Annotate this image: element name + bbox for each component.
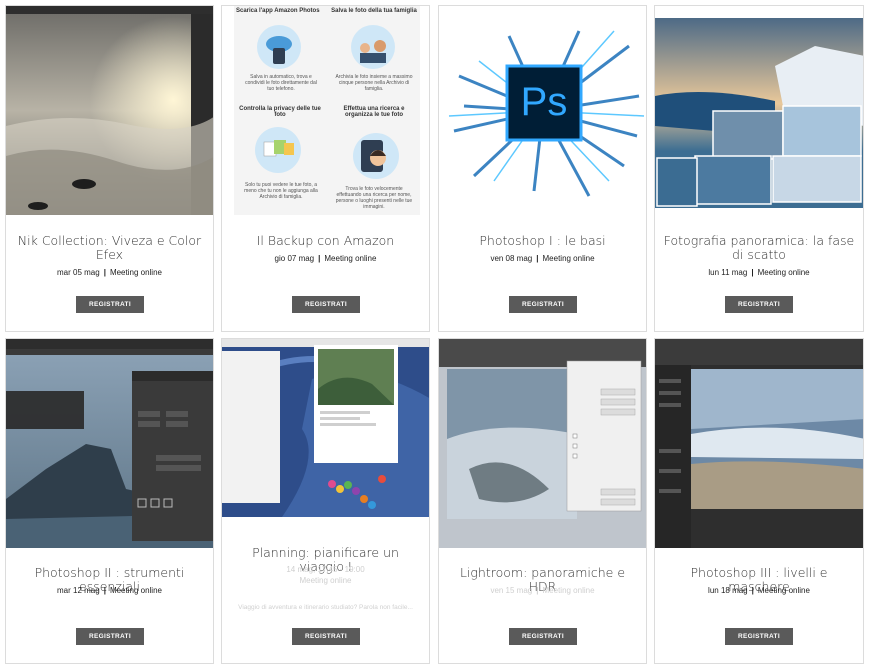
image-heading: Scarica l'app Amazon Photos [236,8,320,14]
event-location: Meeting online [324,254,377,263]
event-date: ven 15 mag [490,586,533,595]
event-meta: gio 07 mag | Meeting online [226,254,425,263]
separator: | [318,254,321,263]
separator: | [751,586,754,595]
register-button[interactable]: REGISTRATI [76,628,144,645]
event-card-photoshop-1[interactable]: Ps Photoshop I : le basi ven 08 mag | Meet… [438,5,647,332]
image-caption: Salva in automatico, trova e condividi l… [245,74,317,92]
event-date: mar 12 mag [57,586,100,595]
event-location: Meeting online [109,586,162,595]
event-location: Meeting online [542,586,595,595]
event-meta: mar 05 mag | Meeting online [10,268,209,277]
event-meta: lun 18 mag | Meeting online [659,586,859,595]
event-thumbnail[interactable] [6,6,213,215]
event-card-panoramic[interactable]: Fotografia panoramica: la fase di scatto… [654,5,864,332]
image-heading: Controlla la privacy delle tue foto [239,106,321,118]
register-button[interactable]: REGISTRATI [509,628,577,645]
image-heading: Effettua una ricerca e organizza le tue … [343,106,405,118]
event-card-photoshop-2[interactable]: Photoshop II : strumenti essenziali mar … [5,338,214,664]
event-title[interactable]: Nik Collection: Viveza e Color Efex [14,234,205,262]
event-location: Meeting online [542,254,595,263]
event-thumbnail[interactable]: Scarica l'app Amazon Photos Salva le fot… [234,6,420,215]
event-description: Viaggio di avventura e itinerario studia… [238,604,413,611]
separator: | [103,586,106,595]
register-button[interactable]: REGISTRATI [725,628,793,645]
register-button[interactable]: REGISTRATI [292,628,360,645]
register-button[interactable]: REGISTRATI [292,296,360,313]
event-date: lun 18 mag [708,586,748,595]
image-caption: Solo tu puoi vedere le tue foto, a meno … [244,182,318,200]
event-title[interactable]: Photoshop I : le basi [447,234,638,248]
event-meta: ven 15 mag | Meeting online [443,586,642,595]
event-thumbnail[interactable]: Ps [439,6,646,215]
event-meta: mar 12 mag | Meeting online [10,586,209,595]
image-caption: Trova le foto velocemente effettuando un… [335,186,413,210]
event-location: Meeting online [757,268,810,277]
event-meta: lun 11 mag | Meeting online [659,268,859,277]
event-date: 14 mag, 17:45 - 19:00 [286,565,365,574]
event-location: Meeting online [109,268,162,277]
separator: | [751,268,754,277]
event-thumbnail[interactable] [439,339,646,548]
register-button[interactable]: REGISTRATI [725,296,793,313]
family-icon [351,25,395,69]
event-date: gio 07 mag [274,254,315,263]
event-meta: ven 08 mag | Meeting online [443,254,642,263]
privacy-photos-icon [255,127,301,173]
event-date: ven 08 mag [490,254,533,263]
event-thumbnail[interactable] [222,339,429,517]
separator: | [536,586,539,595]
cloud-phone-icon [257,25,301,69]
event-thumbnail[interactable] [655,339,863,548]
event-card-photoshop-3[interactable]: Photoshop III : livelli e maschere lun 1… [654,338,864,664]
event-date: lun 11 mag [708,268,748,277]
search-faces-icon [353,133,399,179]
photoshop-logo-text: Ps [520,80,568,124]
event-card-planning[interactable]: Planning: pianificare un viaggio I 14 ma… [221,338,430,664]
event-location: Meeting online [299,576,352,585]
separator: | [536,254,539,263]
register-button[interactable]: REGISTRATI [76,296,144,313]
register-button[interactable]: REGISTRATI [509,296,577,313]
image-heading: Salva le foto della tua famiglia [331,8,417,14]
event-title[interactable]: Fotografia panoramica: la fase di scatto [663,234,855,262]
event-location: Meeting online [757,586,810,595]
image-caption: Archivia le foto insieme a massimo cinqu… [335,74,413,92]
event-meta: 14 mag, 17:45 - 19:00 Meeting online [226,565,425,585]
event-card-nik-collection[interactable]: Nik Collection: Viveza e Color Efex mar … [5,5,214,332]
event-card-amazon-backup[interactable]: Scarica l'app Amazon Photos Salva le fot… [221,5,430,332]
event-title[interactable]: Il Backup con Amazon [230,234,421,248]
event-thumbnail[interactable] [6,339,213,548]
separator: | [103,268,106,277]
event-thumbnail[interactable] [655,6,863,215]
event-card-lightroom[interactable]: Lightroom: panoramiche e HDR ven 15 mag |… [438,338,647,664]
event-date: mar 05 mag [57,268,100,277]
